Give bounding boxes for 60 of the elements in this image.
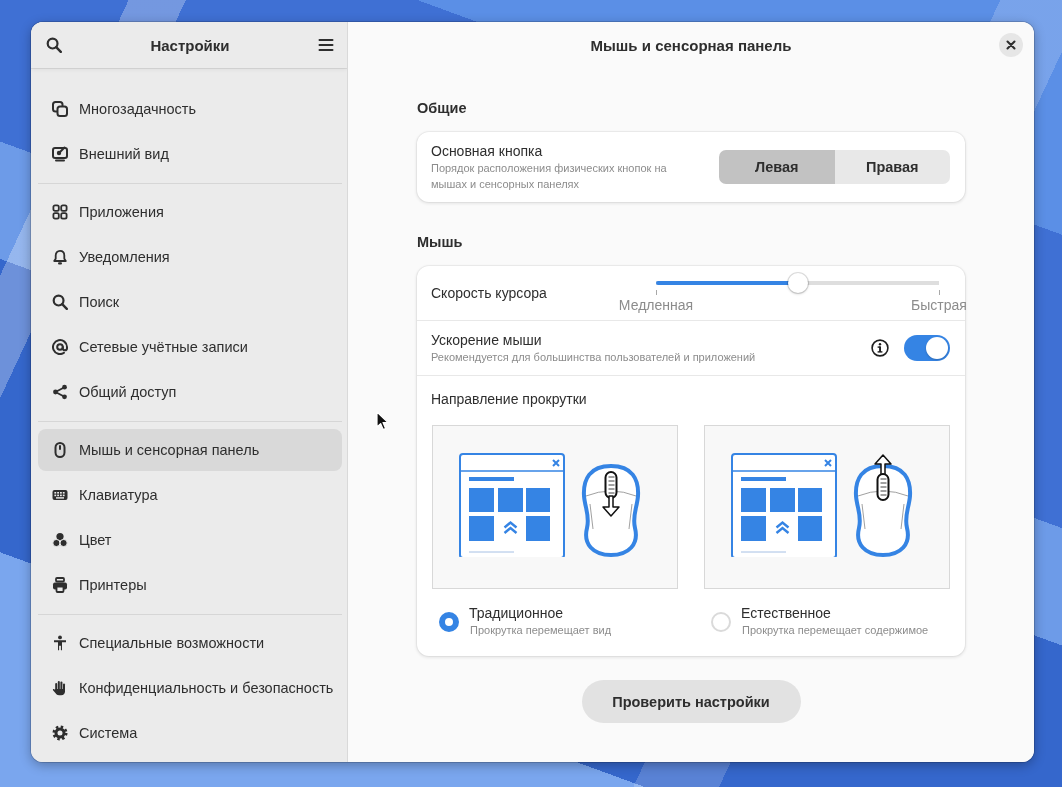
test-settings-button[interactable]: Проверить настройки: [581, 680, 801, 723]
setting-description: Рекомендуется для большинства пользователей и приложений: [431, 350, 757, 365]
sidebar-item[interactable]: Конфиденциальность и безопасность: [38, 667, 342, 709]
scale-label: Медленная: [618, 297, 694, 314]
overlapping-squares-icon: [52, 101, 68, 117]
sidebar-item[interactable]: Клавиатура: [38, 474, 342, 516]
share-icon: [52, 384, 68, 400]
color-circles-icon: [52, 532, 68, 548]
sidebar-item[interactable]: Принтеры: [38, 564, 342, 606]
sidebar-item[interactable]: Уведомления: [38, 236, 342, 278]
sidebar-item[interactable]: Сетевые учётные записи: [38, 326, 342, 368]
printer-icon: [52, 577, 68, 593]
sidebar-item[interactable]: Поиск: [38, 281, 342, 323]
segment-button[interactable]: Левая: [719, 150, 835, 184]
option-label: Традиционное: [469, 605, 564, 622]
close-button[interactable]: [999, 33, 1023, 57]
preview-frame[interactable]: [432, 425, 678, 589]
setting-label: Скорость курсора: [431, 284, 547, 302]
scale-label: Быстрая: [911, 297, 967, 314]
tick-mark: [655, 290, 657, 295]
toggle-switch[interactable]: [904, 335, 950, 361]
cursor-icon: [376, 411, 389, 431]
sidebar-title: Настройки: [149, 36, 231, 54]
sidebar-item[interactable]: Многозадачность: [38, 88, 342, 130]
segment-button[interactable]: Правая: [834, 150, 950, 184]
menu-icon: [318, 37, 334, 53]
setting-description: Порядок расположения физических кнопок на мышах и сенсорных панелях: [431, 161, 668, 192]
sidebar-item[interactable]: Общий доступ: [38, 371, 342, 413]
setting-label: Ускорение мыши: [431, 331, 543, 349]
sidebar-item[interactable]: Внешний вид: [38, 133, 342, 175]
keyboard-icon: [52, 487, 68, 503]
preview-frame[interactable]: [704, 425, 950, 589]
section-heading: Мышь: [417, 233, 464, 252]
option-description: Прокрутка перемещает вид: [470, 623, 613, 638]
sidebar-item[interactable]: Цвет: [38, 519, 342, 561]
gear-icon: [52, 725, 68, 741]
setting-label: Направление прокрутки: [431, 390, 588, 409]
person-icon: [52, 635, 68, 651]
slider-thumb[interactable]: [787, 273, 808, 293]
info-icon[interactable]: [871, 339, 889, 357]
radio-button[interactable]: [439, 611, 459, 632]
sidebar-item[interactable]: Мышь и сенсорная панель: [38, 429, 342, 471]
option-description: Прокрутка перемещает содержимое: [742, 623, 930, 638]
bell-icon: [52, 249, 68, 265]
setting-label: Основная кнопка: [431, 142, 544, 160]
sidebar-item[interactable]: Приложения: [38, 191, 342, 233]
section-heading: Общие: [417, 99, 468, 118]
hand-icon: [52, 680, 68, 696]
search-icon: [52, 294, 68, 310]
mouse-icon: [52, 442, 68, 458]
sidebar-item[interactable]: Специальные возможности: [38, 622, 342, 664]
monitor-icon: [52, 146, 68, 162]
grid-icon: [52, 204, 68, 220]
search-icon: [46, 37, 62, 53]
close-icon: [1006, 40, 1016, 50]
page-title: Мышь и сенсорная панель: [590, 36, 792, 54]
option-label: Естественное: [741, 605, 832, 622]
at-sign-icon: [52, 339, 68, 355]
tick-mark: [938, 290, 940, 295]
sidebar-item[interactable]: Система: [38, 712, 342, 754]
